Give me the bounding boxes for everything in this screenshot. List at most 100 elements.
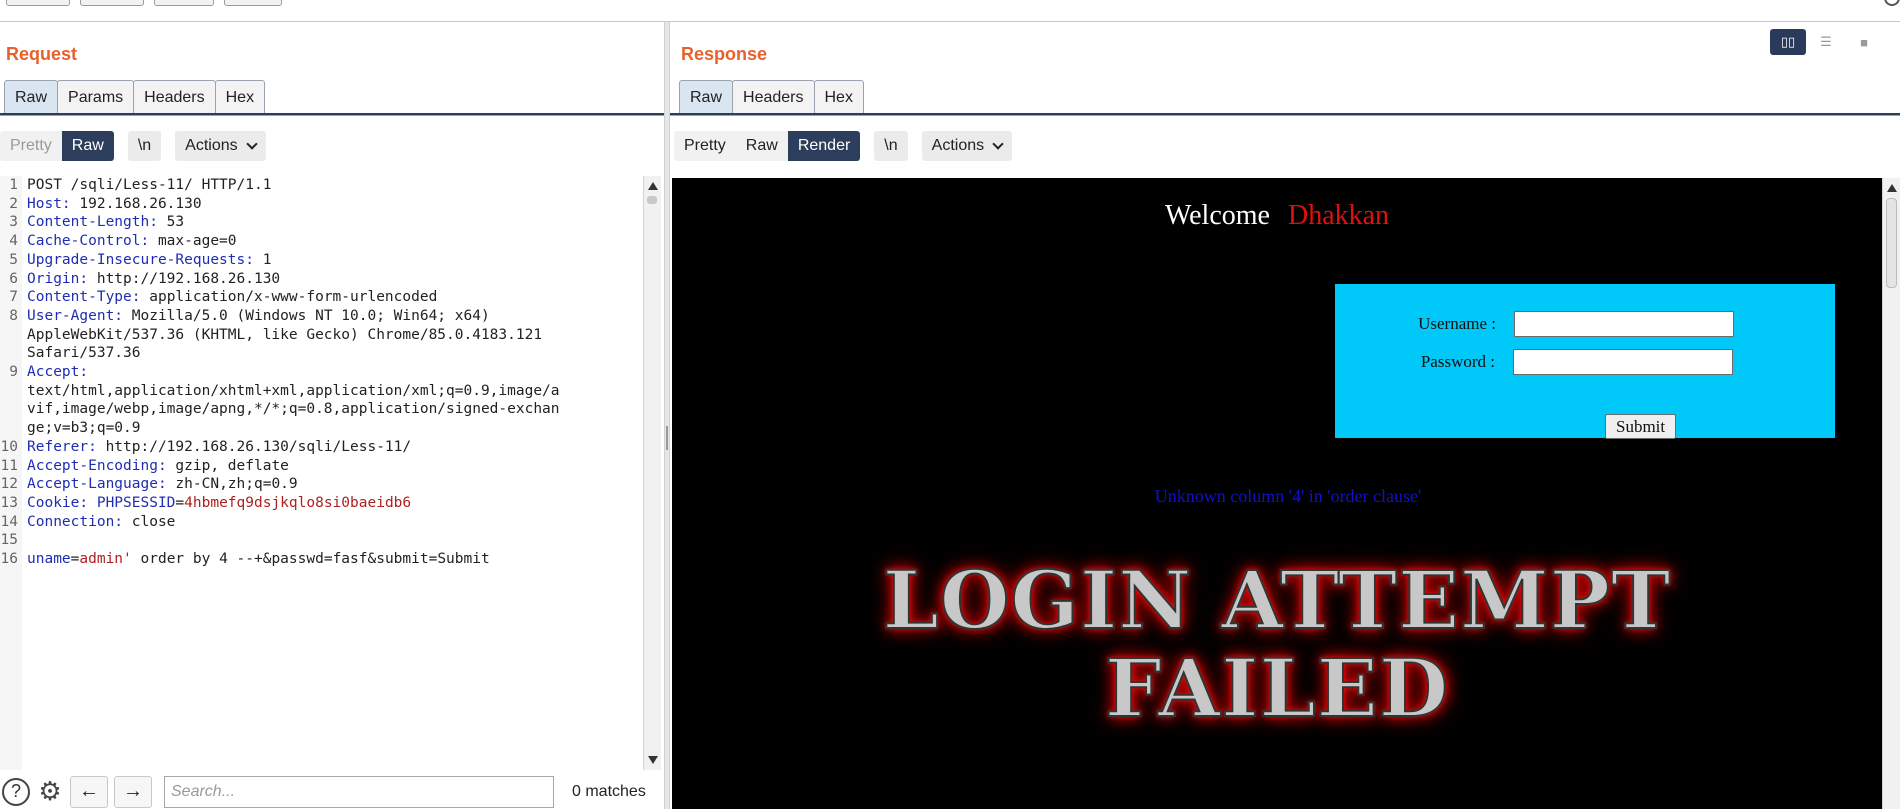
search-input[interactable] xyxy=(164,775,554,808)
cookie-value: 4hbmefq9dsjkqlo8si0baeidb6 xyxy=(184,494,412,511)
line-number: 9 xyxy=(9,364,18,380)
response-actions-label: Actions xyxy=(931,137,985,154)
header-value: http://192.168.26.130 xyxy=(88,270,281,287)
response-actions-button[interactable]: Actions xyxy=(921,131,1013,161)
request-raw-button[interactable]: Raw xyxy=(61,131,114,161)
header-name: Referer: xyxy=(27,438,97,455)
header-value: Mozilla/5.0 (Windows NT 10.0; Win64; x64… xyxy=(123,307,490,324)
response-newline-button[interactable]: \n xyxy=(874,131,908,161)
line-number: 11 xyxy=(0,457,18,474)
layout-toggle: ▯▯ ☰ ■ xyxy=(1770,29,1882,55)
response-tab-headers[interactable]: Headers xyxy=(732,80,815,114)
body-param-name: uname xyxy=(27,551,71,567)
header-name: Content-Type: xyxy=(27,289,141,306)
line-number: 8 xyxy=(9,307,18,324)
header-value: http://192.168.26.130/sqli/Less-11/ xyxy=(96,438,412,455)
header-name: Cookie: xyxy=(27,494,89,511)
line-text: vif,image/webp,image/apng,*/*;q=0.8,appl… xyxy=(27,400,560,419)
username-field[interactable] xyxy=(1514,311,1734,337)
request-editor[interactable]: 1 POST /sqli/Less-11/ HTTP/1.1 2 Host: 192.… xyxy=(0,176,648,770)
response-title: Response xyxy=(681,44,768,64)
request-tab-raw[interactable]: Raw xyxy=(4,80,59,114)
request-newline-button[interactable]: \n xyxy=(127,131,162,161)
response-render-button[interactable]: Render xyxy=(787,131,861,161)
header-value: 53 xyxy=(157,214,185,231)
response-tabs: Raw Headers Hex xyxy=(679,80,864,114)
response-tab-hex[interactable]: Hex xyxy=(813,80,864,114)
line-number: 4 xyxy=(9,233,18,250)
header-name: Upgrade-Insecure-Requests: xyxy=(27,251,254,268)
header-value: zh-CN,zh;q=0.9 xyxy=(166,476,298,493)
username-row: Username : xyxy=(1391,311,1734,337)
layout-stacked-icon[interactable]: ☰ xyxy=(1808,29,1844,55)
toolbar-button-stub[interactable] xyxy=(154,0,214,6)
settings-icon[interactable] xyxy=(1884,0,1900,6)
login-form: Username : Password : Submit xyxy=(1335,284,1835,439)
submit-button[interactable]: Submit xyxy=(1605,414,1677,439)
line-text: POST /sqli/Less-11/ HTTP/1.1 xyxy=(27,176,271,195)
split-grip[interactable] xyxy=(666,426,668,450)
line-number: 2 xyxy=(9,195,18,212)
line-number: 3 xyxy=(9,214,18,231)
header-value: text/html,application/xhtml+xml,applicat… xyxy=(27,382,560,399)
header-name: Accept-Language: xyxy=(27,476,167,493)
line-text: Cache-Control: max-age=0 xyxy=(27,232,237,251)
line-text: Connection: close xyxy=(27,513,175,532)
line-text: Accept-Encoding: gzip, deflate xyxy=(27,457,289,476)
header-value: gzip, deflate xyxy=(166,457,289,474)
scroll-up-icon[interactable] xyxy=(648,182,658,190)
header-value: max-age=0 xyxy=(149,233,237,250)
line-number: 5 xyxy=(9,251,18,268)
request-tab-hex[interactable]: Hex xyxy=(214,80,266,114)
sql-error-message: Unknown column '4' in 'order clause' xyxy=(1154,486,1422,506)
response-editor-toolbar: Pretty Raw Render \n Actions xyxy=(674,130,1013,162)
body-param-value: admin' xyxy=(79,551,132,567)
line-text: Cookie: PHPSESSID=4hbmefq9dsjkqlo8si0bae… xyxy=(27,494,411,513)
request-view-toggle: Pretty Raw xyxy=(0,131,114,161)
layout-tabs-icon[interactable]: ■ xyxy=(1846,29,1882,55)
request-actions-button[interactable]: Actions xyxy=(175,131,266,161)
toolbar-button-stub[interactable] xyxy=(6,0,70,6)
response-tab-raw[interactable]: Raw xyxy=(679,80,734,114)
request-pretty-button[interactable]: Pretty xyxy=(0,131,62,161)
tab-divider xyxy=(670,113,1900,116)
header-value: AppleWebKit/537.36 (KHTML, like Gecko) C… xyxy=(27,326,543,343)
toolbar-button-stub[interactable] xyxy=(80,0,144,6)
header-value: 192.168.26.130 xyxy=(70,195,202,212)
previous-match-button[interactable]: ← xyxy=(70,775,108,808)
header-name: Content-Length: xyxy=(27,214,158,231)
password-field[interactable] xyxy=(1513,349,1733,375)
header-value: close xyxy=(123,513,176,530)
toolbar-button-stub[interactable] xyxy=(224,0,282,6)
line-text: Accept: xyxy=(27,363,88,382)
scroll-thumb[interactable] xyxy=(1886,198,1897,288)
response-scrollbar[interactable] xyxy=(1882,178,1900,809)
header-value: ge;v=b3;q=0.9 xyxy=(27,420,141,437)
request-title: Request xyxy=(6,44,78,64)
chevron-down-icon xyxy=(992,138,1004,150)
header-name: Cache-Control: xyxy=(27,233,150,250)
next-match-button[interactable]: → xyxy=(114,775,152,808)
layout-side-by-side-icon[interactable]: ▯▯ xyxy=(1770,29,1806,55)
line-text: Safari/537.36 xyxy=(27,344,141,363)
line-number: 13 xyxy=(0,494,18,511)
response-pretty-button[interactable]: Pretty xyxy=(674,131,736,161)
scroll-up-icon[interactable] xyxy=(1887,184,1897,192)
request-scrollbar[interactable] xyxy=(643,176,661,770)
burp-repeater-window: Request Raw Params Headers Hex Pretty Ra… xyxy=(0,0,1900,809)
help-icon[interactable]: ? xyxy=(2,777,30,806)
line-number: 7 xyxy=(9,289,18,306)
response-raw-button[interactable]: Raw xyxy=(735,131,788,161)
gear-icon[interactable]: ⚙ xyxy=(36,776,64,806)
login-failed-banner: LOGIN ATTEMPT FAILED xyxy=(672,555,1882,733)
match-count: 0 matches xyxy=(572,782,646,800)
line-number: 14 xyxy=(0,513,18,530)
request-search-bar: ? ⚙ ← → 0 matches xyxy=(0,774,664,809)
welcome-user: Dhakkan xyxy=(1287,200,1390,231)
request-tab-params[interactable]: Params xyxy=(57,80,135,114)
scroll-thumb[interactable] xyxy=(647,196,657,204)
cookie-equals: = xyxy=(175,494,185,511)
request-tab-headers[interactable]: Headers xyxy=(133,80,216,114)
welcome-heading: Welcome Dhakkan xyxy=(672,200,1882,232)
scroll-down-icon[interactable] xyxy=(648,756,658,764)
